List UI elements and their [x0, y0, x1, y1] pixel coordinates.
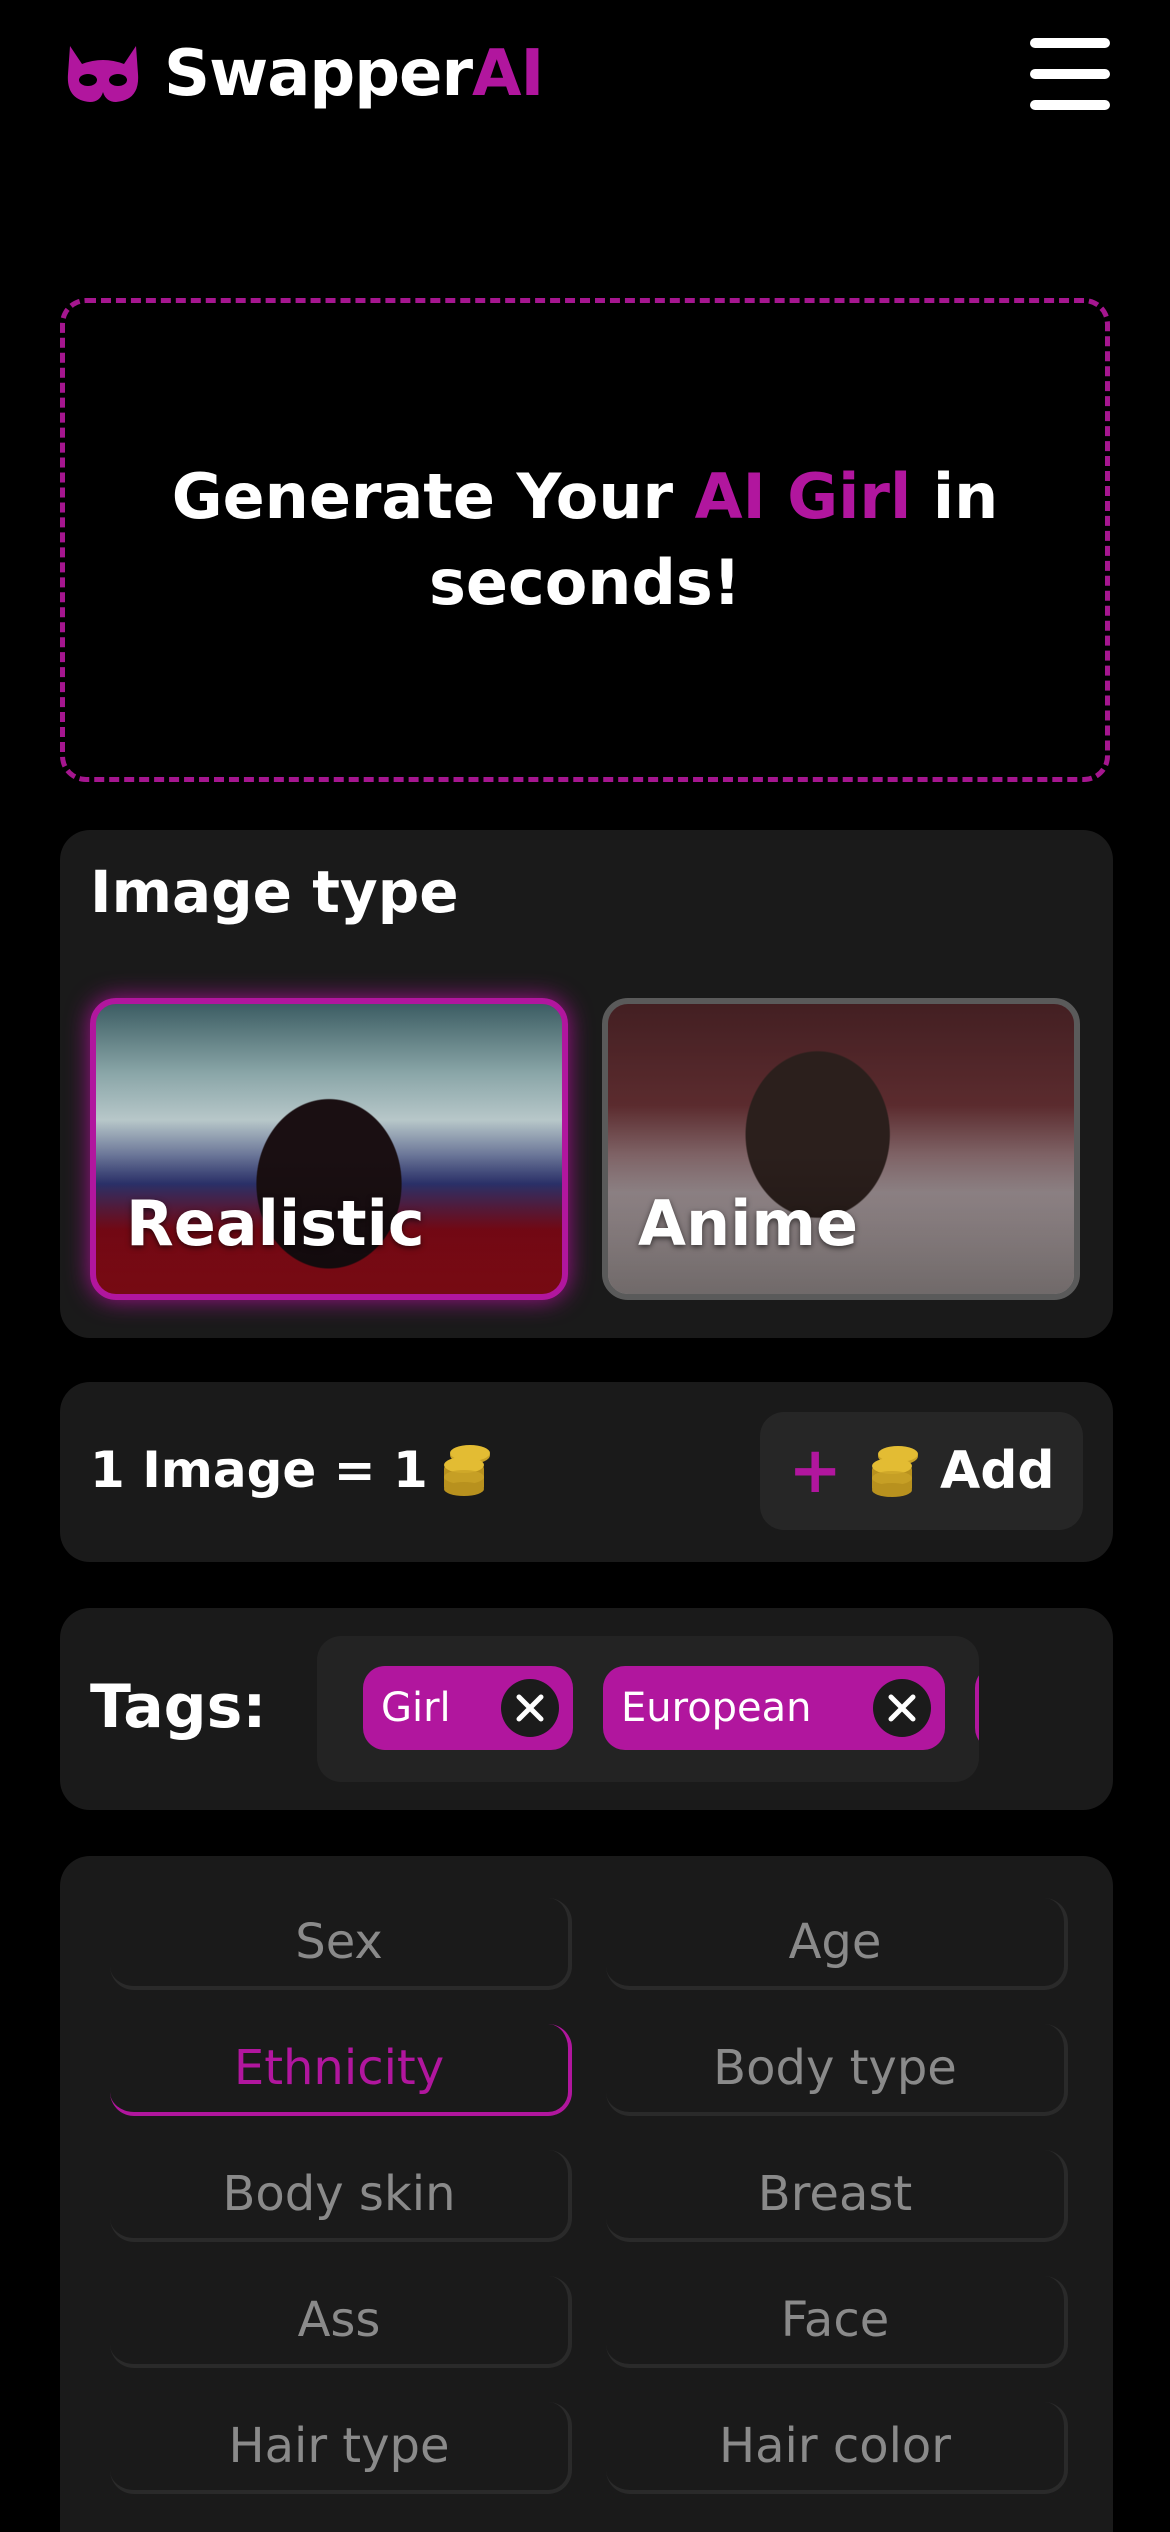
image-type-anime[interactable]: Anime — [602, 998, 1080, 1300]
filter-chip-hair-color[interactable]: Hair color — [606, 2402, 1068, 2494]
add-coins-button[interactable]: + Add — [760, 1412, 1083, 1530]
filter-chip-age[interactable]: Age — [606, 1898, 1068, 1990]
filter-chip-breast[interactable]: Breast — [606, 2150, 1068, 2242]
brand-suffix: AI — [472, 37, 544, 111]
tag-chip-european: European — [603, 1666, 945, 1750]
image-type-card: Image type Realistic Anime — [60, 830, 1113, 1338]
image-type-label: Anime — [638, 1187, 859, 1260]
filter-chip-sex[interactable]: Sex — [110, 1898, 572, 1990]
hero-highlight: AI Girl — [694, 460, 912, 533]
coins-icon — [871, 1446, 918, 1497]
image-type-realistic[interactable]: Realistic — [90, 998, 568, 1300]
devil-mask-icon[interactable] — [66, 44, 140, 106]
filter-chip-body-skin[interactable]: Body skin — [110, 2150, 572, 2242]
tag-label: European — [621, 1685, 812, 1731]
remove-tag-icon[interactable] — [501, 1679, 559, 1737]
tag-chip-partial — [975, 1666, 979, 1750]
hero-title: Generate Your AI Girl in seconds! — [171, 460, 999, 619]
tags-list[interactable]: Girl European — [317, 1636, 979, 1782]
coins-icon — [443, 1445, 490, 1496]
pricing-card: 1 Image = 1 + Add — [60, 1382, 1113, 1562]
plus-icon: + — [788, 1434, 842, 1508]
brand-logo-text[interactable]: SwapperAI — [164, 34, 544, 114]
add-label: Add — [939, 1441, 1055, 1501]
filter-chip-ass[interactable]: Ass — [110, 2276, 572, 2368]
tag-chip-girl: Girl — [363, 1666, 573, 1750]
brand-prefix: Swapper — [164, 37, 473, 111]
filter-chip-hair-type[interactable]: Hair type — [110, 2402, 572, 2494]
filter-chip-body-type[interactable]: Body type — [606, 2024, 1068, 2116]
tag-label: Girl — [381, 1685, 451, 1731]
tags-label: Tags: — [90, 1672, 267, 1742]
image-type-title: Image type — [90, 858, 459, 926]
hero-banner: Generate Your AI Girl in seconds! — [60, 298, 1110, 782]
hamburger-menu-icon[interactable] — [1030, 38, 1110, 110]
filter-categories-card: Sex Age Ethnicity Body type Body skin Br… — [60, 1856, 1113, 2532]
filter-chip-face[interactable]: Face — [606, 2276, 1068, 2368]
filter-chip-ethnicity[interactable]: Ethnicity — [110, 2024, 572, 2116]
price-text: 1 Image = 1 — [90, 1440, 494, 1500]
remove-tag-icon[interactable] — [873, 1679, 931, 1737]
tags-card: Tags: Girl European — [60, 1608, 1113, 1810]
app-header: SwapperAI — [0, 0, 1170, 150]
image-type-label: Realistic — [126, 1187, 425, 1260]
